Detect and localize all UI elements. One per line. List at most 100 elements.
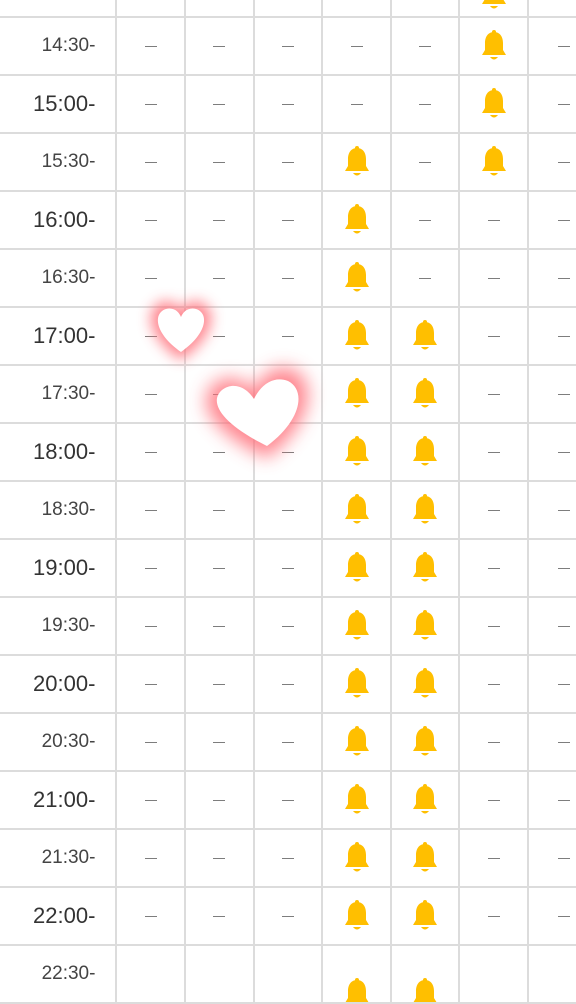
dash-icon: [558, 335, 571, 337]
available-slot[interactable]: [323, 772, 392, 830]
bell-icon: [413, 784, 438, 814]
slot-cell: [117, 424, 187, 482]
slot-cell: [460, 250, 530, 308]
dash-icon: [558, 741, 571, 743]
dash-icon: [281, 161, 294, 163]
dash-icon: [281, 799, 294, 801]
available-slot[interactable]: [323, 134, 392, 192]
dash-icon: [144, 161, 157, 163]
available-slot[interactable]: [323, 714, 392, 772]
slot-cell: [117, 598, 187, 656]
dash-icon: [213, 335, 226, 337]
slot-cell: [117, 134, 187, 192]
available-slot[interactable]: [391, 366, 461, 424]
slot-cell: [323, 18, 392, 76]
slot-cell: [186, 946, 255, 1004]
available-slot[interactable]: [460, 134, 530, 192]
available-slot[interactable]: [391, 424, 461, 482]
dash-icon: [281, 509, 294, 511]
slot-cell: [186, 0, 255, 18]
slot-cell: [391, 0, 461, 18]
dash-icon: [281, 393, 294, 395]
bell-icon: [413, 978, 437, 1002]
slot-cell: [460, 192, 530, 250]
dash-icon: [213, 741, 226, 743]
available-slot[interactable]: [391, 540, 461, 598]
dash-icon: [213, 451, 226, 453]
slot-cell: [460, 714, 530, 772]
available-slot[interactable]: [391, 888, 461, 946]
dash-icon: [144, 799, 157, 801]
slot-cell: [529, 134, 576, 192]
dash-icon: [144, 393, 157, 395]
available-slot[interactable]: [323, 192, 392, 250]
dash-icon: [281, 103, 294, 105]
available-slot[interactable]: [391, 482, 461, 540]
slot-cell: [323, 76, 392, 134]
dash-icon: [487, 509, 500, 511]
available-slot[interactable]: [460, 18, 530, 76]
available-slot[interactable]: [323, 946, 392, 1004]
slot-cell: [186, 308, 255, 366]
dash-icon: [281, 741, 294, 743]
slot-cell: [186, 772, 255, 830]
dash-icon: [419, 277, 432, 279]
available-slot[interactable]: [323, 888, 392, 946]
slot-cell: [460, 482, 530, 540]
bell-icon: [344, 726, 369, 756]
slot-cell: [186, 830, 255, 888]
schedule-row: 18:30-: [0, 482, 576, 540]
dash-icon: [558, 683, 571, 685]
available-slot[interactable]: [323, 656, 392, 714]
available-slot[interactable]: [391, 308, 461, 366]
slot-cell: [254, 308, 324, 366]
available-slot[interactable]: [460, 76, 530, 134]
available-slot[interactable]: [323, 250, 392, 308]
slot-cell: [254, 76, 324, 134]
available-slot[interactable]: [391, 598, 461, 656]
dash-icon: [558, 161, 571, 163]
slot-cell: [529, 0, 576, 18]
slot-cell: [460, 540, 530, 598]
dash-icon: [144, 915, 157, 917]
time-slot-label: 18:00-: [0, 424, 118, 482]
schedule-row: 20:00-: [0, 656, 576, 714]
available-slot[interactable]: [323, 308, 392, 366]
available-slot[interactable]: [323, 366, 392, 424]
bell-icon: [344, 552, 369, 582]
available-slot[interactable]: [391, 946, 461, 1004]
available-slot[interactable]: [323, 830, 392, 888]
dash-icon: [558, 915, 571, 917]
dash-icon: [281, 277, 294, 279]
dash-icon: [213, 277, 226, 279]
schedule-row: 21:30-: [0, 830, 576, 888]
available-slot[interactable]: [323, 540, 392, 598]
available-slot[interactable]: [391, 656, 461, 714]
bell-icon: [344, 784, 369, 814]
dash-icon: [281, 219, 294, 221]
available-slot[interactable]: [323, 482, 392, 540]
slot-cell: [529, 308, 576, 366]
bell-icon: [413, 494, 438, 524]
slot-cell: [117, 656, 187, 714]
available-slot[interactable]: [391, 830, 461, 888]
slot-cell: [254, 540, 324, 598]
dash-icon: [558, 567, 571, 569]
dash-icon: [213, 683, 226, 685]
dash-icon: [144, 103, 157, 105]
available-slot[interactable]: [391, 714, 461, 772]
available-slot[interactable]: [460, 0, 530, 18]
dash-icon: [213, 509, 226, 511]
available-slot[interactable]: [391, 772, 461, 830]
bell-icon: [344, 204, 369, 234]
dash-icon: [144, 625, 157, 627]
dash-icon: [144, 219, 157, 221]
dash-icon: [558, 45, 571, 47]
slot-cell: [460, 424, 530, 482]
time-slot-label: 16:30-: [0, 250, 118, 308]
schedule-row: 19:00-: [0, 540, 576, 598]
available-slot[interactable]: [323, 424, 392, 482]
available-slot[interactable]: [323, 598, 392, 656]
dash-icon: [487, 857, 500, 859]
slot-cell: [186, 18, 255, 76]
